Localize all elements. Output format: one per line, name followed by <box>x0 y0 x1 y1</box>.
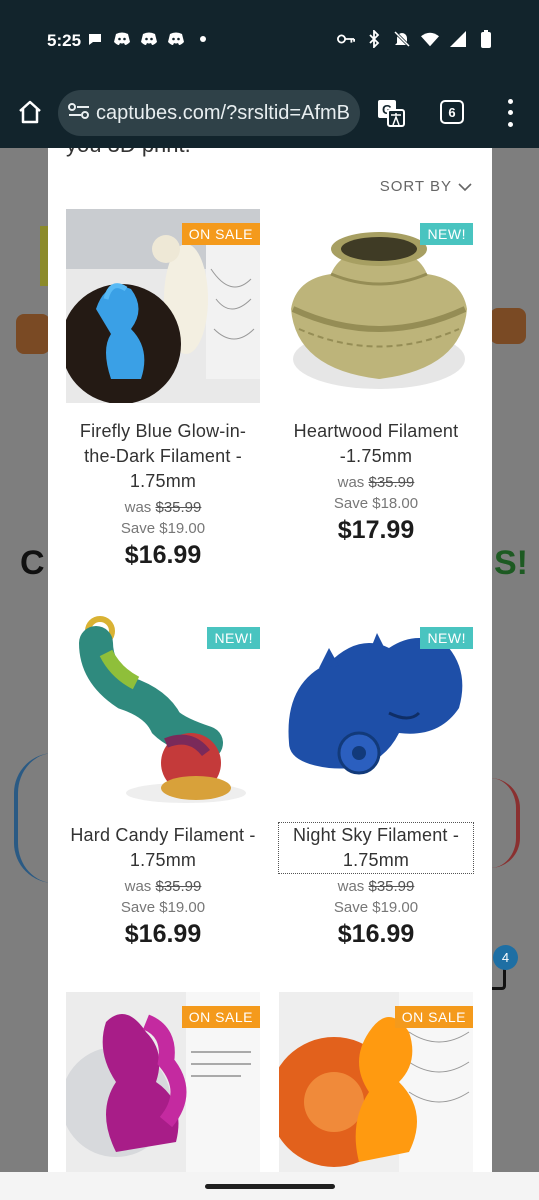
product-card[interactable]: ON SALE <box>279 992 473 1172</box>
chevron-down-icon <box>458 182 472 191</box>
new-badge: NEW! <box>420 627 473 649</box>
sale-price: $16.99 <box>124 920 202 948</box>
translate-icon: G <box>378 100 405 127</box>
product-image[interactable]: NEW! <box>66 613 260 807</box>
sale-price: $16.99 <box>124 541 202 569</box>
dot-icon <box>194 30 212 48</box>
on-sale-badge: ON SALE <box>181 1006 260 1028</box>
home-button[interactable] <box>12 94 48 130</box>
product-image[interactable]: NEW! <box>279 613 473 807</box>
product-image[interactable]: ON SALE <box>66 992 260 1172</box>
was-price: was $35.99 <box>337 474 415 491</box>
discord-icon <box>140 30 158 48</box>
system-icons <box>337 30 495 48</box>
savings-text: Save $18.00 <box>333 495 419 512</box>
product-title[interactable]: Heartwood Filament -1.75mm <box>279 419 473 469</box>
mute-icon <box>393 30 411 48</box>
on-sale-badge: ON SALE <box>181 223 260 245</box>
sale-price: $16.99 <box>337 920 415 948</box>
product-title[interactable]: Hard Candy Filament - 1.75mm <box>66 823 260 873</box>
signal-icon <box>449 30 467 48</box>
battery-icon <box>477 30 495 48</box>
product-card[interactable]: NEW! Hard Candy Filament - 1.75mm was $3… <box>66 613 260 949</box>
discord-icon <box>113 30 131 48</box>
product-card[interactable]: ON SALE Firefly Blue Glow-in-the-Dark Fi… <box>66 209 260 570</box>
key-icon <box>337 30 355 48</box>
background-heading-right: S! <box>494 544 528 582</box>
on-sale-badge: ON SALE <box>394 1006 473 1028</box>
home-icon <box>19 100 41 124</box>
product-card[interactable]: ON SALE <box>66 992 260 1172</box>
translate-button[interactable]: G <box>376 98 406 128</box>
tab-switcher-button[interactable]: 6 <box>440 100 464 124</box>
background-heading-left: C <box>20 544 45 582</box>
home-gesture-handle[interactable] <box>205 1184 335 1189</box>
wifi-icon <box>421 30 439 48</box>
sale-price: $17.99 <box>337 516 415 544</box>
was-price: was $35.99 <box>124 878 202 895</box>
status-bar: 5:25 <box>0 0 539 80</box>
product-title[interactable]: Firefly Blue Glow-in-the-Dark Filament -… <box>66 419 260 494</box>
sort-by-button[interactable]: SORT BY <box>380 178 472 195</box>
address-bar[interactable]: captubes.com/?srsltid=AfmB <box>58 90 360 136</box>
url-text: captubes.com/?srsltid=AfmB <box>96 101 350 124</box>
chat-icon <box>86 30 104 48</box>
intro-text: you 3D print. <box>66 148 191 158</box>
savings-text: Save $19.00 <box>333 899 419 916</box>
was-price: was $35.99 <box>337 878 415 895</box>
bluetooth-icon <box>365 30 383 48</box>
gesture-nav-bar <box>0 1172 539 1200</box>
status-time: 5:25 <box>47 31 82 50</box>
was-price: was $35.99 <box>124 499 202 516</box>
product-image[interactable]: NEW! <box>279 209 473 403</box>
discord-icon <box>167 30 185 48</box>
product-image[interactable]: ON SALE <box>279 992 473 1172</box>
product-card[interactable]: NEW! Heartwood Filament -1.75mm was $35.… <box>279 209 473 545</box>
sort-by-label: SORT BY <box>379 178 452 195</box>
overflow-menu-button[interactable] <box>500 96 520 130</box>
savings-text: Save $19.00 <box>120 520 206 537</box>
notification-icons <box>86 30 212 48</box>
product-image[interactable]: ON SALE <box>66 209 260 403</box>
product-card[interactable]: NEW! Night Sky Filament - 1.75mm was $35… <box>278 613 474 949</box>
savings-text: Save $19.00 <box>120 899 206 916</box>
new-badge: NEW! <box>207 627 260 649</box>
product-title[interactable]: Night Sky Filament - 1.75mm <box>278 822 474 874</box>
browser-toolbar: captubes.com/?srsltid=AfmB G 6 <box>0 80 539 148</box>
site-settings-icon[interactable] <box>68 102 90 124</box>
product-listing-panel: you 3D print. SORT BY ON SALE Firefly Bl… <box>48 148 492 1172</box>
new-badge: NEW! <box>420 223 473 245</box>
cart-count-badge: 4 <box>493 945 518 970</box>
